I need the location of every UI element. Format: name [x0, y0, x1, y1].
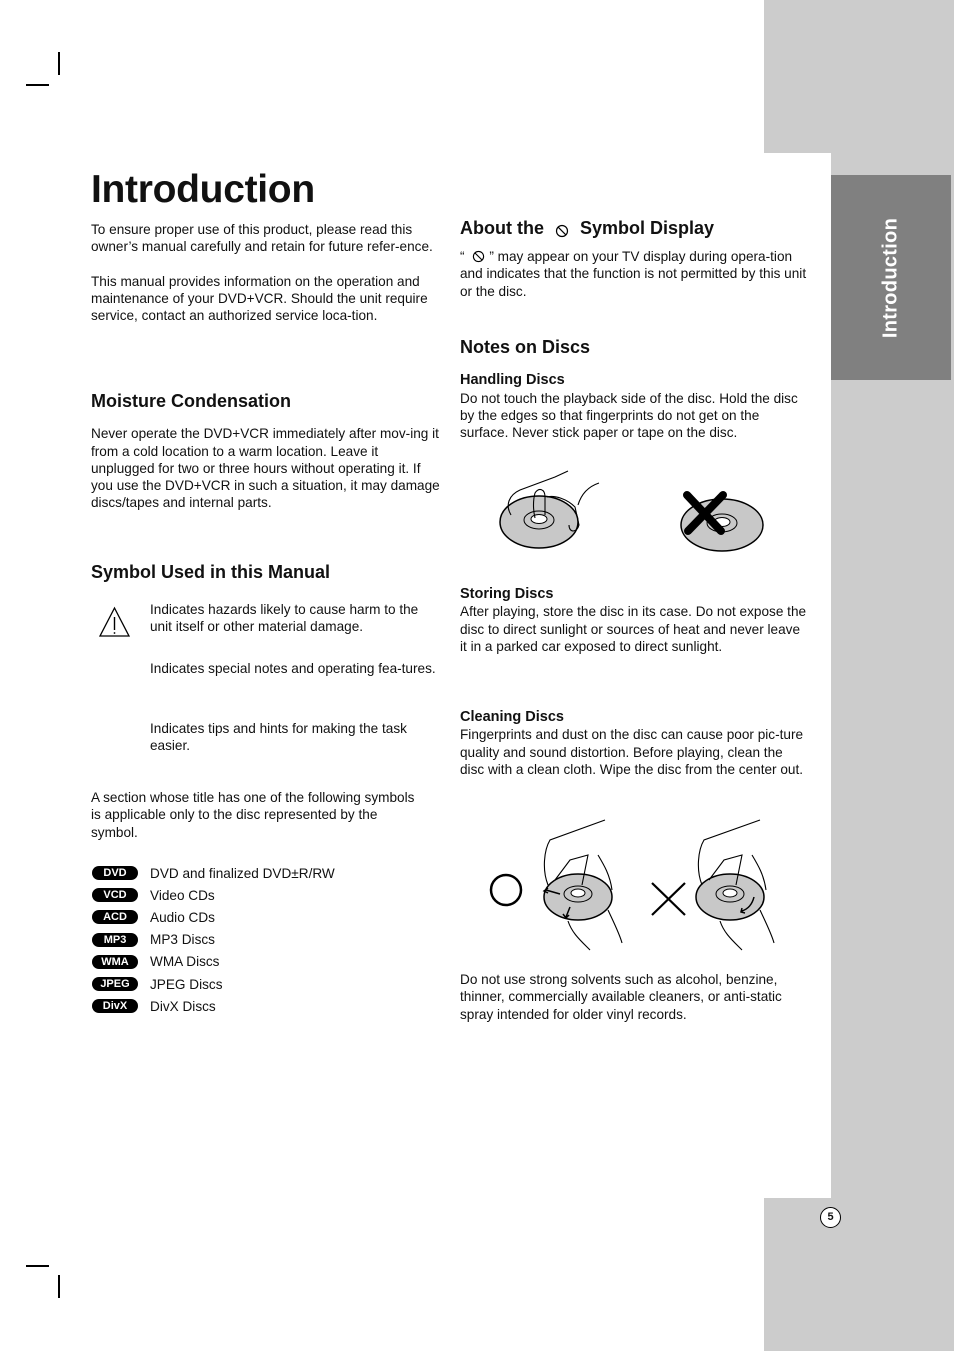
symbol-item: Indicates special notes and operating fe…: [150, 660, 440, 677]
disc-type-item: WMA WMA Discs: [92, 951, 335, 973]
incorrect-mark-icon: [651, 882, 686, 916]
moisture-section: Moisture Condensation Never operate the …: [91, 391, 441, 512]
notes-on-discs-section: Notes on Discs Handling Discs Do not tou…: [460, 337, 810, 441]
moisture-body: Never operate the DVD+VCR immediately af…: [91, 426, 440, 511]
disc-badge-acd: ACD: [92, 910, 138, 925]
symbols-heading: Symbol Used in this Manual: [91, 562, 331, 582]
disc-type-desc: MP3 Discs: [150, 932, 215, 948]
symbol-item-text: Indicates special notes and operating fe…: [150, 661, 436, 676]
section-tab-label: Introduction: [879, 217, 902, 338]
storing-body: After playing, store the disc in its cas…: [460, 604, 807, 654]
crop-mark: [26, 1265, 49, 1267]
disc-type-item: DivX DivX Discs: [92, 995, 335, 1017]
page-title: Introduction: [91, 168, 315, 211]
disc-type-item: VCD Video CDs: [92, 884, 335, 906]
disc-type-desc: DivX Discs: [150, 998, 216, 1014]
section-tab: Introduction: [831, 175, 951, 380]
disc-badge-divx: DivX: [92, 999, 138, 1014]
disc-badge-wma: WMA: [92, 954, 138, 969]
disc-badge-mp3: MP3: [92, 932, 138, 947]
disc-type-desc: Video CDs: [150, 887, 215, 903]
cleaning-body: Fingerprints and dust on the disc can ca…: [460, 727, 804, 777]
cleaning-disc-illustration: [489, 819, 775, 951]
page-number: 5: [820, 1207, 841, 1228]
crop-mark: [58, 52, 60, 75]
disc-type-item: DVD DVD and finalized DVD±R/RW: [92, 862, 335, 884]
page-panel-extension: [764, 153, 831, 1198]
prohibited-icon: [473, 250, 485, 263]
warning-triangle-icon: [98, 606, 131, 637]
prohibited-icon: [555, 224, 569, 238]
notes-on-discs-heading: Notes on Discs: [460, 337, 591, 357]
storing-section: Storing Discs After playing, store the d…: [460, 586, 810, 655]
incorrect-cleaning-disc-icon: [695, 819, 775, 951]
symbol-item-text: Indicates tips and hints for making the …: [150, 721, 407, 754]
disc-badge-dvd: DVD: [92, 866, 138, 881]
symbol-item: Indicates hazards likely to cause harm t…: [150, 601, 440, 636]
incorrect-handling-disc-icon: [680, 491, 764, 552]
disc-badge-jpeg: JPEG: [92, 977, 138, 992]
disc-symbols-note: A section whose title has one of the fol…: [91, 789, 426, 841]
solvent-warning-text: Do not use strong solvents such as alcoh…: [460, 972, 782, 1022]
disc-type-desc: DVD and finalized DVD±R/RW: [150, 865, 335, 881]
symbols-section: Symbol Used in this Manual: [91, 562, 441, 582]
correct-mark-icon: [489, 873, 523, 907]
intro-paragraph: To ensure proper use of this product, pl…: [91, 222, 433, 255]
disc-type-item: JPEG JPEG Discs: [92, 973, 335, 995]
correct-handling-disc-icon: [499, 470, 600, 549]
disc-type-desc: JPEG Discs: [150, 976, 223, 992]
intro-section: To ensure proper use of this product, pl…: [91, 221, 441, 324]
solvent-warning: Do not use strong solvents such as alcoh…: [460, 971, 810, 1023]
about-symbol-heading: About the Symbol Display: [460, 218, 715, 238]
intro-paragraph: This manual provides information on the …: [91, 273, 428, 324]
handling-heading: Handling Discs: [460, 372, 565, 389]
cleaning-section: Cleaning Discs Fingerprints and dust on …: [460, 709, 810, 778]
about-symbol-body: “ ” may appear on your TV display during…: [460, 249, 807, 299]
symbol-item: Indicates tips and hints for making the …: [150, 720, 440, 755]
correct-cleaning-disc-icon: [542, 819, 623, 951]
handling-body: Do not touch the playback side of the di…: [460, 390, 798, 441]
crop-mark: [26, 84, 49, 86]
disc-badge-vcd: VCD: [92, 888, 138, 903]
cleaning-heading: Cleaning Discs: [460, 709, 564, 725]
disc-symbols-note-text: A section whose title has one of the fol…: [91, 790, 415, 840]
disc-type-desc: Audio CDs: [150, 909, 215, 925]
disc-type-list: DVD DVD and finalized DVD±R/RW VCD Video…: [92, 862, 335, 1017]
crop-mark: [58, 1275, 60, 1298]
disc-type-item: MP3 MP3 Discs: [92, 929, 335, 951]
storing-heading: Storing Discs: [460, 586, 554, 602]
symbol-item-text: Indicates hazards likely to cause harm t…: [150, 602, 419, 635]
moisture-heading: Moisture Condensation: [91, 391, 292, 411]
disc-type-desc: WMA Discs: [150, 954, 220, 970]
handling-disc-illustration: [499, 470, 764, 552]
disc-type-item: ACD Audio CDs: [92, 906, 335, 928]
about-symbol-section: About the Symbol Display “ ” may appear …: [460, 218, 810, 300]
